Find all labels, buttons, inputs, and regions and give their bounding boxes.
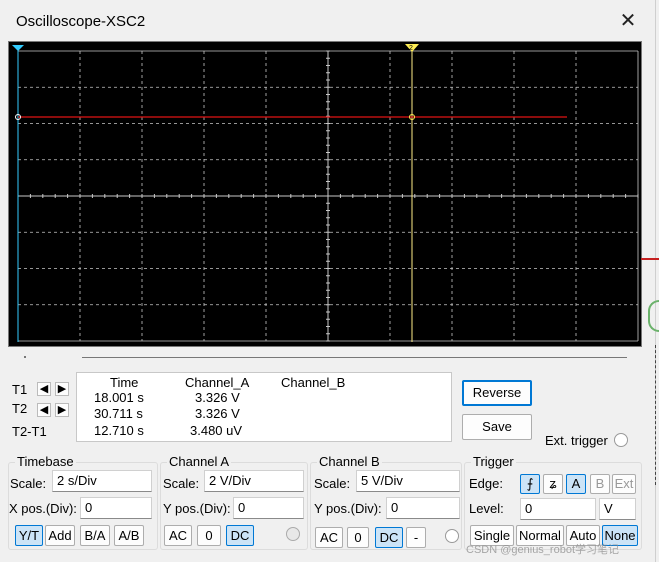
timebase-xpos-label: X pos.(Div): [9,501,77,516]
readout-header-channel-b: Channel_B [281,375,346,390]
trigger-level-unit[interactable]: V [599,498,636,520]
channel-b-scale-label: Scale: [314,476,351,491]
channel-a-scale-label: Scale: [163,476,200,491]
scope-grid: 2 [12,44,639,342]
t2-right-arrow-icon[interactable]: ▶ [55,403,69,417]
channel-a-ac-button[interactable]: AC [164,525,192,546]
mode-ba-button[interactable]: B/A [80,525,110,546]
trigger-edge-label: Edge: [469,476,503,491]
channel-b-title: Channel B [317,454,382,469]
channel-b-scale-field[interactable]: 5 V/Div [356,470,460,492]
mode-ab-button[interactable]: A/B [114,525,144,546]
cursor2-label: 2 [409,45,413,52]
t2-label: T2 [12,401,28,416]
channel-b-gnd-button[interactable]: 0 [347,527,369,548]
background-circuit-component [648,300,659,332]
save-button[interactable]: Save [462,414,532,440]
channel-a-dc-button[interactable]: DC [226,525,254,546]
trigger-level-label: Level: [469,501,504,516]
background-circuit-wire [641,258,659,260]
readout-diff-time: 12.710 s [94,423,144,438]
channel-a-ypos-label: Y pos.(Div): [163,501,231,516]
channel-a-scale-field[interactable]: 2 V/Div [204,470,304,492]
readout-header-channel-a: Channel_A [185,375,250,390]
trigger-source-a-button[interactable]: A [566,474,586,494]
timebase-scale-label: Scale: [10,476,47,491]
measurement-readout: Time Channel_A Channel_B 18.001 s 3.326 … [76,372,452,442]
channel-b-terminal[interactable] [445,529,459,543]
channel-b-ypos-label: Y pos.(Div): [314,501,382,516]
reverse-button[interactable]: Reverse [462,380,532,406]
cursor1-marker [12,45,24,51]
readout-t1-time: 18.001 s [94,390,144,405]
t2-t1-label: T2-T1 [12,424,47,439]
readout-diff-channel-a: 3.480 uV [190,423,243,438]
timebase-scale-field[interactable]: 2 s/Div [52,470,152,492]
close-icon[interactable]: ✕ [616,9,640,33]
t1-left-arrow-icon[interactable]: ◀ [37,382,51,396]
channel-a-ypos-field[interactable]: 0 [233,497,304,519]
divider-dot [24,356,26,358]
falling-edge-icon[interactable]: ʑ [543,474,563,494]
scope-screen[interactable]: 2 [8,41,642,347]
readout-t2-channel-a: 3.326 V [195,406,240,421]
channel-b-invert-button[interactable]: - [406,527,426,548]
channel-b-ac-button[interactable]: AC [315,527,343,548]
timebase-xpos-field[interactable]: 0 [80,497,152,519]
readout-t2-time: 30.711 s [94,406,143,421]
trigger-title: Trigger [471,454,516,469]
mode-add-button[interactable]: Add [45,525,75,546]
window-title: Oscilloscope-XSC2 [16,13,146,30]
t1-right-arrow-icon[interactable]: ▶ [55,382,69,396]
channel-b-ypos-field[interactable]: 0 [386,497,460,519]
readout-t1-channel-a: 3.326 V [195,390,240,405]
oscilloscope-window: Oscilloscope-XSC2 ✕ 2 T1 ◀ ▶ T2 ◀ ▶ T2-T… [0,0,656,562]
trigger-source-b-button[interactable]: B [590,474,610,494]
watermark: CSDN @genius_robot学习笔记 [466,544,619,556]
ext-trigger-terminal[interactable] [614,433,628,447]
readout-header-time: Time [110,375,139,390]
channel-a-title: Channel A [167,454,231,469]
channel-a-gnd-button[interactable]: 0 [197,525,221,546]
channel-a-terminal[interactable] [286,527,300,541]
timebase-title: Timebase [15,454,76,469]
trigger-level-field[interactable]: 0 [520,498,596,520]
t1-label: T1 [12,382,28,397]
channel-b-dc-button[interactable]: DC [375,527,403,548]
mode-yt-button[interactable]: Y/T [15,525,43,546]
trigger-source-ext-button[interactable]: Ext [612,474,636,494]
divider [82,357,627,358]
rising-edge-icon[interactable]: ⨍ [520,474,540,494]
t2-left-arrow-icon[interactable]: ◀ [37,403,51,417]
background-circuit-wire-2 [655,345,659,485]
ext-trigger-label: Ext. trigger [545,433,608,448]
